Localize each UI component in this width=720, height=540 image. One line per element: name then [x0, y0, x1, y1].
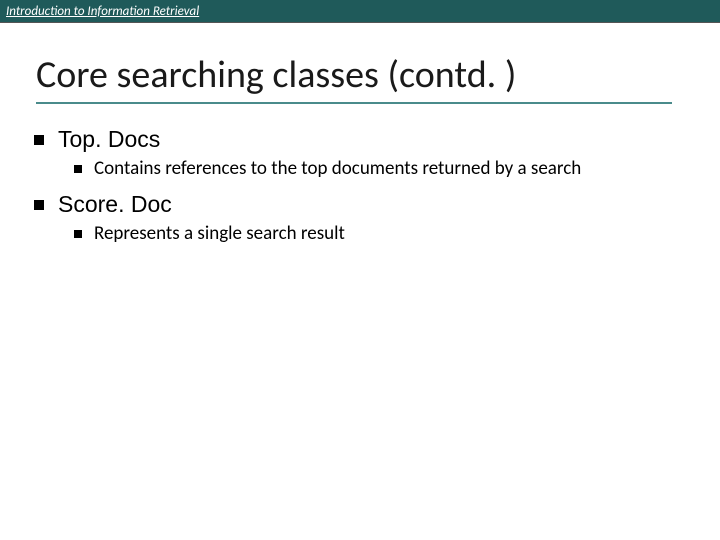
sub-bullet-item: Represents a single search result	[74, 222, 680, 246]
bullet-item-scoredoc: Score. Doc	[34, 191, 680, 218]
bullet-label: Score. Doc	[58, 191, 172, 218]
content-area: Top. Docs Contains references to the top…	[0, 112, 720, 246]
square-bullet-icon	[34, 200, 44, 210]
slide-title: Core searching classes (contd. )	[36, 52, 692, 98]
bullet-label: Top. Docs	[58, 126, 160, 153]
bullet-item-topdocs: Top. Docs	[34, 126, 680, 153]
header-course-label: Introduction to Information Retrieval	[0, 4, 199, 19]
title-underline	[36, 102, 672, 104]
sub-bullet-item: Contains references to the top documents…	[74, 157, 680, 181]
header-bar: Introduction to Information Retrieval	[0, 0, 720, 22]
header-divider	[0, 22, 720, 23]
square-bullet-icon	[74, 230, 82, 238]
square-bullet-icon	[74, 165, 82, 173]
sub-bullet-label: Represents a single search result	[94, 222, 345, 246]
sub-bullet-label: Contains references to the top documents…	[94, 157, 581, 181]
square-bullet-icon	[34, 135, 44, 145]
title-area: Core searching classes (contd. )	[0, 22, 720, 112]
